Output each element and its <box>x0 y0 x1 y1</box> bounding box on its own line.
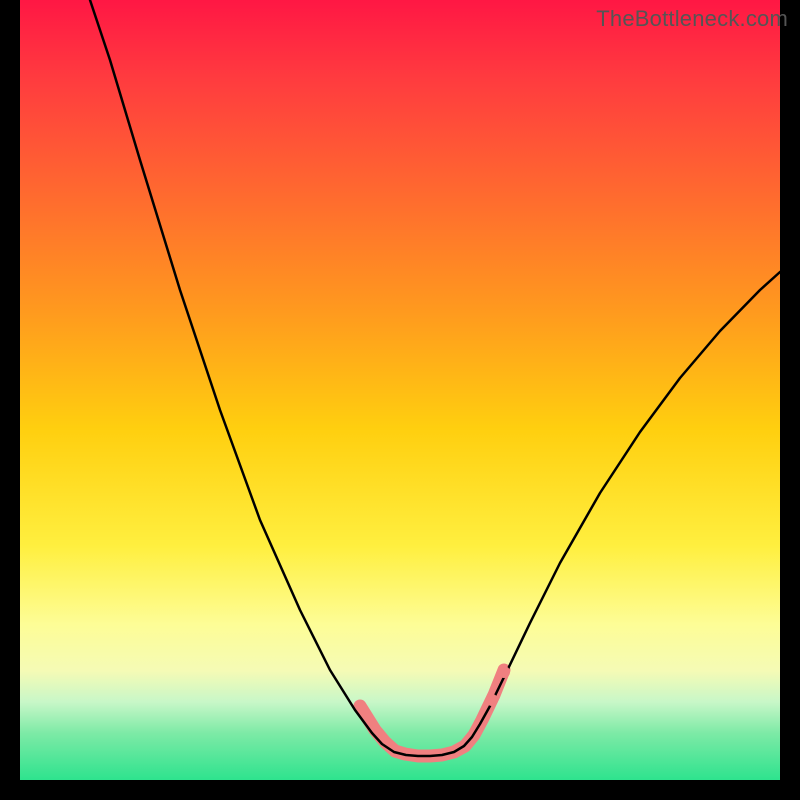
bottleneck-curve <box>90 0 780 756</box>
dot-marker <box>498 666 510 678</box>
gradient-plot-area <box>20 0 780 780</box>
chart-svg <box>20 0 780 780</box>
dot-marker <box>486 694 498 706</box>
